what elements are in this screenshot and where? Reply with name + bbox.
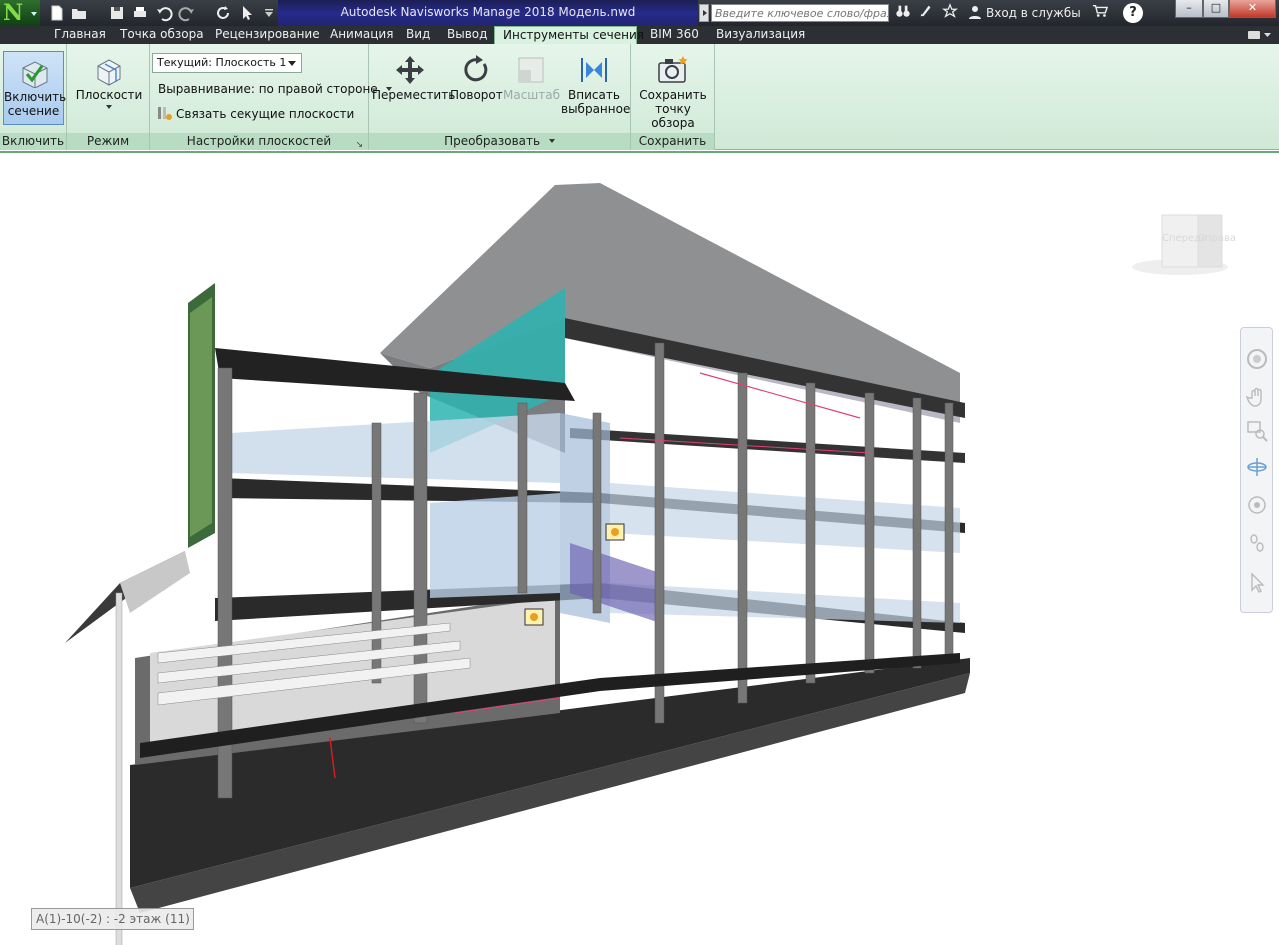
sign-in-label: Вход в службы xyxy=(986,6,1081,20)
planes-mode-button[interactable]: Плоскости xyxy=(73,56,145,122)
tab-sectioning-tools[interactable]: Инструменты сечения xyxy=(494,26,644,44)
binoculars-icon[interactable] xyxy=(893,3,913,23)
tab-animation[interactable]: Анимация xyxy=(322,26,401,44)
planes-cube-icon xyxy=(97,59,121,86)
open-folder-icon[interactable] xyxy=(70,4,88,22)
fit-selection-label-2: выбранное xyxy=(561,102,631,116)
sign-in-button[interactable]: Вход в службы xyxy=(968,0,1081,26)
fit-selection-button[interactable]: Вписать выбранное xyxy=(561,54,631,120)
enable-sectioning-label-2: сечение xyxy=(7,104,60,118)
rotate-label: Поворот xyxy=(450,88,503,102)
save-viewpoint-button[interactable]: Сохранить точку обзора xyxy=(634,54,712,130)
undo-icon[interactable] xyxy=(155,4,173,22)
look-around-icon[interactable] xyxy=(1246,494,1268,516)
link-planes-icon xyxy=(158,107,172,120)
panel-plane-settings-label: Настройки плоскостей ↘ xyxy=(150,133,368,150)
link-section-planes-label: Связать секущие плоскости xyxy=(176,107,355,121)
zoom-window-icon[interactable] xyxy=(1246,420,1268,442)
application-menu-button[interactable]: N xyxy=(0,0,40,26)
panel-transform-title: Преобразовать xyxy=(444,134,541,148)
tab-rendering[interactable]: Визуализация xyxy=(708,26,813,44)
scale-icon xyxy=(518,57,544,83)
3d-viewport[interactable]: Спереди Справа A(1)-10(-2) : -2 этаж (11… xyxy=(0,151,1279,945)
move-arrows-icon xyxy=(396,56,424,84)
maximize-button[interactable]: □ xyxy=(1203,0,1229,18)
panel-mode-label: Режим xyxy=(67,133,149,150)
search-expand-button[interactable] xyxy=(699,4,709,22)
fit-selection-icon xyxy=(581,58,607,82)
communication-center-icon[interactable] xyxy=(916,3,936,23)
select-arrow-icon[interactable] xyxy=(1246,572,1268,594)
panel-plane-settings-title: Настройки плоскостей xyxy=(186,134,332,148)
minimize-button[interactable]: – xyxy=(1175,0,1203,18)
ribbon-tabs: Главная Точка обзора Рецензирование Аним… xyxy=(0,26,1279,44)
tab-bim360[interactable]: BIM 360 xyxy=(642,26,707,44)
chevron-down-icon xyxy=(548,139,555,143)
navigation-bar xyxy=(1240,327,1273,613)
link-section-planes-button[interactable]: Связать секущие плоскости xyxy=(156,105,354,121)
fit-selection-label-1: Вписать xyxy=(568,88,620,102)
current-plane-dropdown[interactable]: Текущий: Плоскость 1 xyxy=(152,53,302,73)
walk-footprints-icon[interactable] xyxy=(1246,532,1268,554)
chevron-down-icon xyxy=(106,105,112,109)
close-button[interactable]: ✕ xyxy=(1229,0,1276,18)
window-title: Autodesk Navisworks Manage 2018 Модель.n… xyxy=(278,0,698,26)
orbit-icon[interactable] xyxy=(1246,456,1268,478)
panel-save-label: Сохранить xyxy=(631,133,714,150)
panel-transform: Переместить Поворот Масштаб Вписать выбр… xyxy=(369,44,631,150)
panel-save: Сохранить точку обзора Сохранить xyxy=(631,44,715,150)
move-button[interactable]: Переместить xyxy=(372,54,456,120)
tab-viewpoint[interactable]: Точка обзора xyxy=(112,26,212,44)
tab-review[interactable]: Рецензирование xyxy=(207,26,328,44)
rotate-icon xyxy=(464,55,488,82)
enable-sectioning-label-1: Включить xyxy=(4,90,67,104)
viewcube-right-face[interactable]: Справа xyxy=(1198,233,1236,244)
save-viewpoint-label-1: Сохранить xyxy=(639,88,707,102)
customize-quick-access-icon[interactable] xyxy=(260,4,278,22)
viewcube[interactable]: Спереди Справа xyxy=(1128,211,1236,279)
alignment-dropdown[interactable]: Выравнивание: по правой стороне xyxy=(158,82,392,96)
search-input[interactable] xyxy=(711,4,889,22)
ribbon-options-icon[interactable] xyxy=(1247,29,1273,41)
steering-wheel-icon[interactable] xyxy=(1246,348,1268,370)
chevron-down-icon xyxy=(31,12,37,16)
save-viewpoint-label-2: точку обзора xyxy=(651,102,695,130)
select-cursor-icon[interactable] xyxy=(238,4,256,22)
help-button[interactable]: ? xyxy=(1123,3,1143,23)
panel-enable: Включить сечение Включить xyxy=(0,44,67,150)
favorites-star-icon[interactable] xyxy=(940,3,960,23)
alignment-label: Выравнивание: по правой стороне xyxy=(158,82,378,96)
refresh-icon[interactable] xyxy=(214,4,232,22)
rotate-button[interactable]: Поворот xyxy=(450,54,503,120)
viewcube-icon xyxy=(1132,214,1228,275)
print-icon[interactable] xyxy=(131,4,149,22)
ribbon: Включить сечение Включить Плоскости Режи… xyxy=(0,44,1279,150)
enable-sectioning-button[interactable]: Включить сечение xyxy=(3,51,67,125)
move-label: Переместить xyxy=(372,88,456,102)
tab-home[interactable]: Главная xyxy=(46,26,114,44)
tab-output[interactable]: Вывод xyxy=(439,26,495,44)
scale-button: Масштаб xyxy=(503,54,561,120)
selection-status: A(1)-10(-2) : -2 этаж (11) xyxy=(31,908,194,930)
scale-label: Масштаб xyxy=(503,88,561,102)
save-icon[interactable] xyxy=(108,4,126,22)
redo-icon[interactable] xyxy=(178,4,196,22)
panel-enable-label: Включить xyxy=(0,133,66,150)
new-file-icon[interactable] xyxy=(48,4,66,22)
panel-mode: Плоскости Режим xyxy=(67,44,150,150)
title-bar: N Autodesk Navisworks Manage 2018 Модель… xyxy=(0,0,1279,26)
section-cube-check-icon xyxy=(22,61,47,88)
tab-view[interactable]: Вид xyxy=(398,26,438,44)
building-section-model[interactable] xyxy=(0,153,1279,945)
camera-icon xyxy=(658,56,688,83)
pan-hand-icon[interactable] xyxy=(1246,386,1268,408)
shopping-cart-icon[interactable] xyxy=(1090,3,1110,23)
planes-mode-label: Плоскости xyxy=(75,88,143,102)
panel-transform-label[interactable]: Преобразовать xyxy=(369,133,630,150)
user-icon xyxy=(969,6,981,19)
